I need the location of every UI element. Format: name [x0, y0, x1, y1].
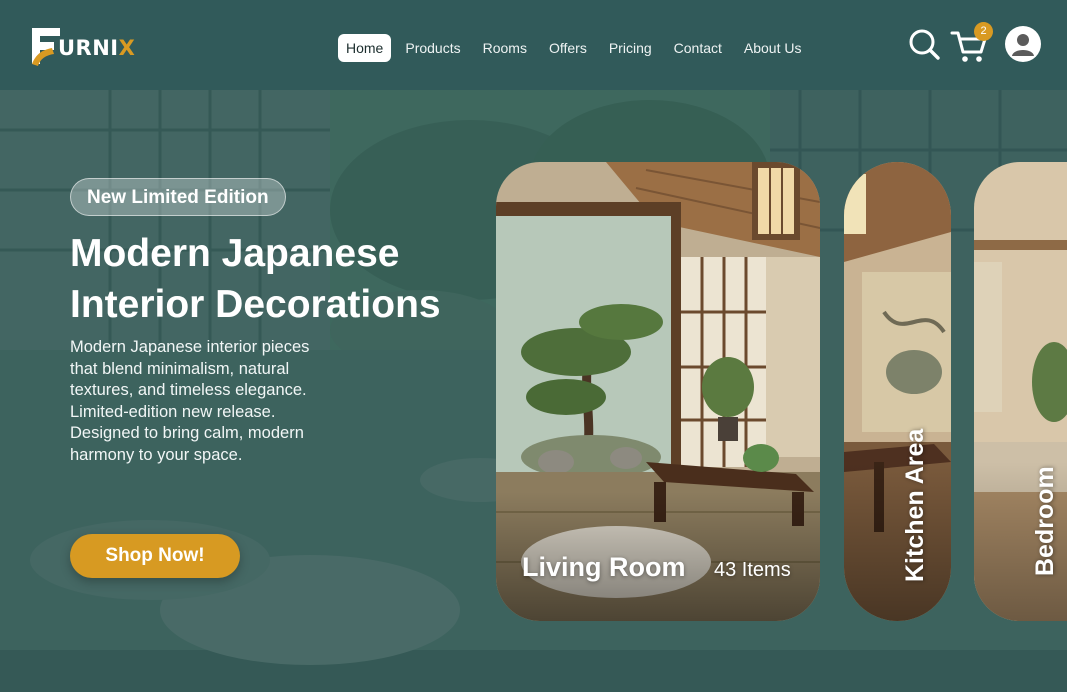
nav-contact[interactable]: Contact [674, 34, 722, 62]
main-nav: Home Products Rooms Offers Pricing Conta… [338, 34, 823, 62]
nav-offers[interactable]: Offers [549, 34, 587, 62]
top-header: URNIX Home Products Rooms Offers Pricing… [0, 0, 1067, 90]
room-card-living-room[interactable]: Living Room 43 Items [496, 162, 820, 621]
room-name: Bedroom [1031, 466, 1059, 576]
user-avatar[interactable] [1005, 26, 1041, 62]
hero-title: Modern Japanese Interior Decorations [70, 232, 441, 326]
nav-pricing[interactable]: Pricing [609, 34, 652, 62]
room-card-kitchen-area[interactable]: Kitchen Area [844, 162, 951, 621]
cart-count-badge: 2 [974, 22, 993, 41]
room-card-bedroom[interactable]: Bedroom [974, 162, 1067, 621]
hero-description: Modern Japanese interior pieces that ble… [70, 338, 310, 464]
room-item-count: 43 Items [714, 559, 791, 581]
room-name: Kitchen Area [901, 428, 929, 582]
new-edition-badge: New Limited Edition [70, 178, 286, 216]
user-icon [1012, 34, 1034, 56]
kitchen-area-image [844, 162, 951, 621]
search-icon[interactable] [907, 27, 941, 61]
nav-products[interactable]: Products [405, 34, 460, 62]
logo-mark-icon [32, 28, 60, 66]
furnix-logo[interactable]: URNIX [28, 24, 148, 70]
nav-rooms[interactable]: Rooms [483, 34, 527, 62]
nav-home[interactable]: Home [338, 34, 392, 62]
shop-now-button[interactable]: Shop Now! [70, 534, 240, 578]
logo-text: URNIX [58, 36, 136, 60]
room-name: Living Room [522, 552, 686, 582]
nav-about-us[interactable]: About Us [744, 34, 802, 62]
